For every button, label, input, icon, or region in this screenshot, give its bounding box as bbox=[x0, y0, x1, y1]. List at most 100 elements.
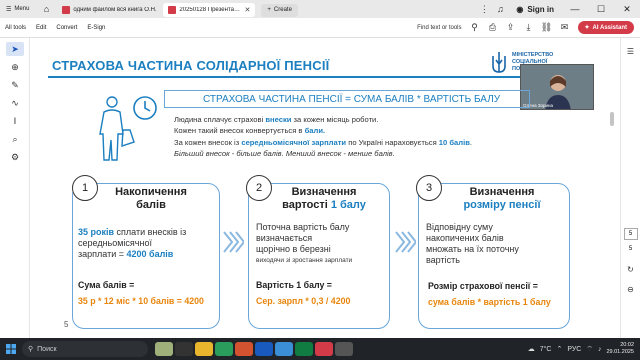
card-2-formula-label: Вартість 1 балу = bbox=[256, 280, 332, 290]
save-icon[interactable]: ⤓ bbox=[520, 22, 538, 33]
toolbar-convert[interactable]: Convert bbox=[51, 25, 82, 31]
minimize-icon[interactable]: — bbox=[562, 4, 588, 14]
card-2-text: Поточна вартість балу визначається щоріч… bbox=[256, 222, 353, 264]
taskbar-search[interactable]: ⚲ Поиск bbox=[22, 341, 148, 357]
main-toolbar: All tools Edit Convert E-Sign Find text … bbox=[0, 18, 640, 38]
desc-line-4: Більший внесок - більше балів. Менший вн… bbox=[174, 149, 395, 159]
zoom-icon[interactable]: ⊕ bbox=[6, 60, 24, 74]
comment-panel-icon[interactable]: ☰ bbox=[624, 44, 638, 58]
taskbar-app-acrobat[interactable] bbox=[315, 342, 333, 356]
card-2-heading: Визначення вартості 1 балу bbox=[282, 186, 366, 211]
scrollbar-thumb[interactable] bbox=[610, 112, 614, 126]
formula-text: СТРАХОВА ЧАСТИНА ПЕНСІЇ = СУМА БАЛІВ * В… bbox=[203, 93, 501, 105]
card-1-heading: Накопичення балів bbox=[115, 186, 187, 211]
home-icon[interactable]: ⌂ bbox=[35, 0, 57, 18]
taskbar-app-explorer[interactable] bbox=[195, 342, 213, 356]
vertical-scrollbar[interactable] bbox=[608, 42, 616, 334]
wifi-icon[interactable]: ⌔ bbox=[586, 345, 593, 354]
right-rail: ☰ 5 5 ↻ ⊖ bbox=[620, 38, 640, 338]
ai-assistant-button[interactable]: ✦ AI Assistant bbox=[577, 21, 634, 34]
taskbar-app-excel[interactable] bbox=[295, 342, 313, 356]
toolbar-esign[interactable]: E-Sign bbox=[82, 25, 110, 31]
create-label: Create bbox=[273, 7, 292, 13]
taskbar-app-chrome[interactable] bbox=[215, 342, 233, 356]
document-page: СТРАХОВА ЧАСТИНА СОЛІДАРНОЇ ПЕНСІЇ МІНІС… bbox=[30, 38, 608, 338]
taskbar-app-edge[interactable] bbox=[275, 342, 293, 356]
desc-line-3: За кожен внесок із середньомісячної зарп… bbox=[174, 137, 472, 147]
chevron-right-icon bbox=[395, 231, 416, 253]
taskbar-app-taskview[interactable] bbox=[175, 342, 193, 356]
desc-line-2: Кожен такий внесок конвертується в бали. bbox=[174, 126, 326, 136]
taskbar-app-powerpoint[interactable] bbox=[235, 342, 253, 356]
chevron-right-icon bbox=[223, 231, 244, 253]
tab-title: 20250128 Презентація ... bbox=[179, 7, 242, 13]
menu-label: Menu bbox=[14, 6, 30, 12]
slide-page-number: 5 bbox=[64, 320, 69, 329]
hamburger-icon: ☰ bbox=[6, 6, 12, 13]
pdf-icon bbox=[168, 6, 177, 14]
search-icon: ⚲ bbox=[28, 346, 34, 353]
refresh-icon[interactable]: ↻ bbox=[624, 262, 638, 276]
bell-icon[interactable]: ♫ bbox=[492, 4, 508, 14]
tab-book[interactable]: одним файлом вся книга О.Н. bbox=[57, 3, 164, 17]
taskbar-app-other[interactable] bbox=[335, 342, 353, 356]
left-tool-rail: ➤ ⊕ ✎ ∿ Ⅰ ⌕ ⚙ bbox=[0, 38, 30, 338]
video-overlay[interactable]: Олена Зорина bbox=[520, 64, 594, 110]
find-text-input[interactable]: Find text or tools bbox=[417, 25, 465, 31]
intro-description: Людина сплачує страхові внески за кожен … bbox=[174, 114, 472, 160]
card-3-text: Відповідну суму накопичених балів множат… bbox=[426, 222, 519, 265]
user-icon: ◉ bbox=[516, 4, 524, 14]
card-1-formula-value: 35 р * 12 міс * 10 балів = 4200 bbox=[78, 296, 204, 306]
card-3-heading: Визначення розміру пенсії bbox=[463, 186, 541, 211]
tab-title: одним файлом вся книга О.Н. bbox=[73, 7, 157, 13]
page-navigation bbox=[624, 208, 638, 222]
select-cursor-icon[interactable]: ➤ bbox=[6, 42, 24, 56]
create-tab-button[interactable]: + Create bbox=[261, 3, 298, 17]
worker-clock-icon bbox=[99, 96, 157, 161]
pen-icon[interactable]: ✎ bbox=[6, 78, 24, 92]
share-icon[interactable]: ⇪ bbox=[502, 22, 520, 33]
text-select-icon[interactable]: Ⅰ bbox=[6, 114, 24, 128]
card-1-formula-label: Сума балів = bbox=[78, 280, 135, 290]
close-window-icon[interactable]: ✕ bbox=[614, 4, 640, 15]
search-icon[interactable]: ⚲ bbox=[466, 22, 484, 33]
toolbar-edit[interactable]: Edit bbox=[31, 25, 51, 31]
weather-icon[interactable]: ☁ bbox=[528, 345, 535, 353]
volume-icon[interactable]: ♪ bbox=[598, 346, 602, 353]
link-icon[interactable]: ⛓ bbox=[538, 22, 556, 33]
clock-time: 20:02 bbox=[620, 342, 634, 348]
ai-assistant-label: AI Assistant bbox=[592, 24, 627, 31]
mail-icon[interactable]: ✉ bbox=[556, 22, 574, 33]
trident-logo-icon bbox=[492, 52, 506, 73]
current-page-field[interactable]: 5 bbox=[623, 228, 638, 240]
zoom-out-icon[interactable]: ⊖ bbox=[624, 282, 638, 296]
plus-icon: + bbox=[267, 7, 271, 13]
menu-button[interactable]: ☰ Menu bbox=[0, 0, 35, 18]
browser-tab-bar: ☰ Menu ⌂ одним файлом вся книга О.Н. 202… bbox=[0, 0, 640, 18]
comment-icon[interactable]: ⌕ bbox=[6, 132, 24, 146]
pension-formula: СТРАХОВА ЧАСТИНА ПЕНСІЇ = СУМА БАЛІВ * В… bbox=[164, 90, 530, 108]
stamp-icon[interactable]: ⚙ bbox=[6, 150, 24, 164]
card-3-formula-value: сума балів * вартість 1 балу bbox=[428, 297, 551, 307]
print-icon[interactable]: ⎙ bbox=[484, 22, 502, 33]
taskbar-app-widgets[interactable] bbox=[155, 342, 173, 356]
page-title: СТРАХОВА ЧАСТИНА СОЛІДАРНОЇ ПЕНСІЇ bbox=[52, 58, 330, 73]
toolbar-all-tools[interactable]: All tools bbox=[0, 25, 31, 31]
windows-start-icon[interactable] bbox=[0, 338, 22, 360]
maximize-icon[interactable]: ☐ bbox=[588, 4, 614, 15]
windows-taskbar: ⚲ Поиск ☁ 7°C ⌃ РУС ⌔ ♪ 20:02 29.01.2025 bbox=[0, 338, 640, 360]
grid-icon[interactable]: ⋮ bbox=[476, 4, 492, 15]
clock[interactable]: 20:02 29.01.2025 bbox=[606, 342, 634, 356]
curve-draw-icon[interactable]: ∿ bbox=[6, 96, 24, 110]
clock-date: 29.01.2025 bbox=[606, 349, 634, 355]
language-indicator[interactable]: РУС bbox=[567, 346, 581, 353]
card-1-text: 35 років сплати внесків із середньомісяч… bbox=[78, 227, 187, 259]
close-icon[interactable]: ✕ bbox=[245, 6, 251, 14]
card-3-formula-label: Розмір страхової пенсії = bbox=[428, 281, 538, 291]
tray-chevron-icon[interactable]: ⌃ bbox=[556, 345, 562, 353]
weather-temp[interactable]: 7°C bbox=[540, 346, 552, 353]
taskbar-app-word[interactable] bbox=[255, 342, 273, 356]
tab-presentation[interactable]: 20250128 Презентація ... ✕ bbox=[163, 3, 256, 17]
card-2-formula-value: Сер. зарпл * 0,3 / 4200 bbox=[256, 296, 351, 306]
sign-in-button[interactable]: ◉ Sign in bbox=[508, 5, 562, 14]
